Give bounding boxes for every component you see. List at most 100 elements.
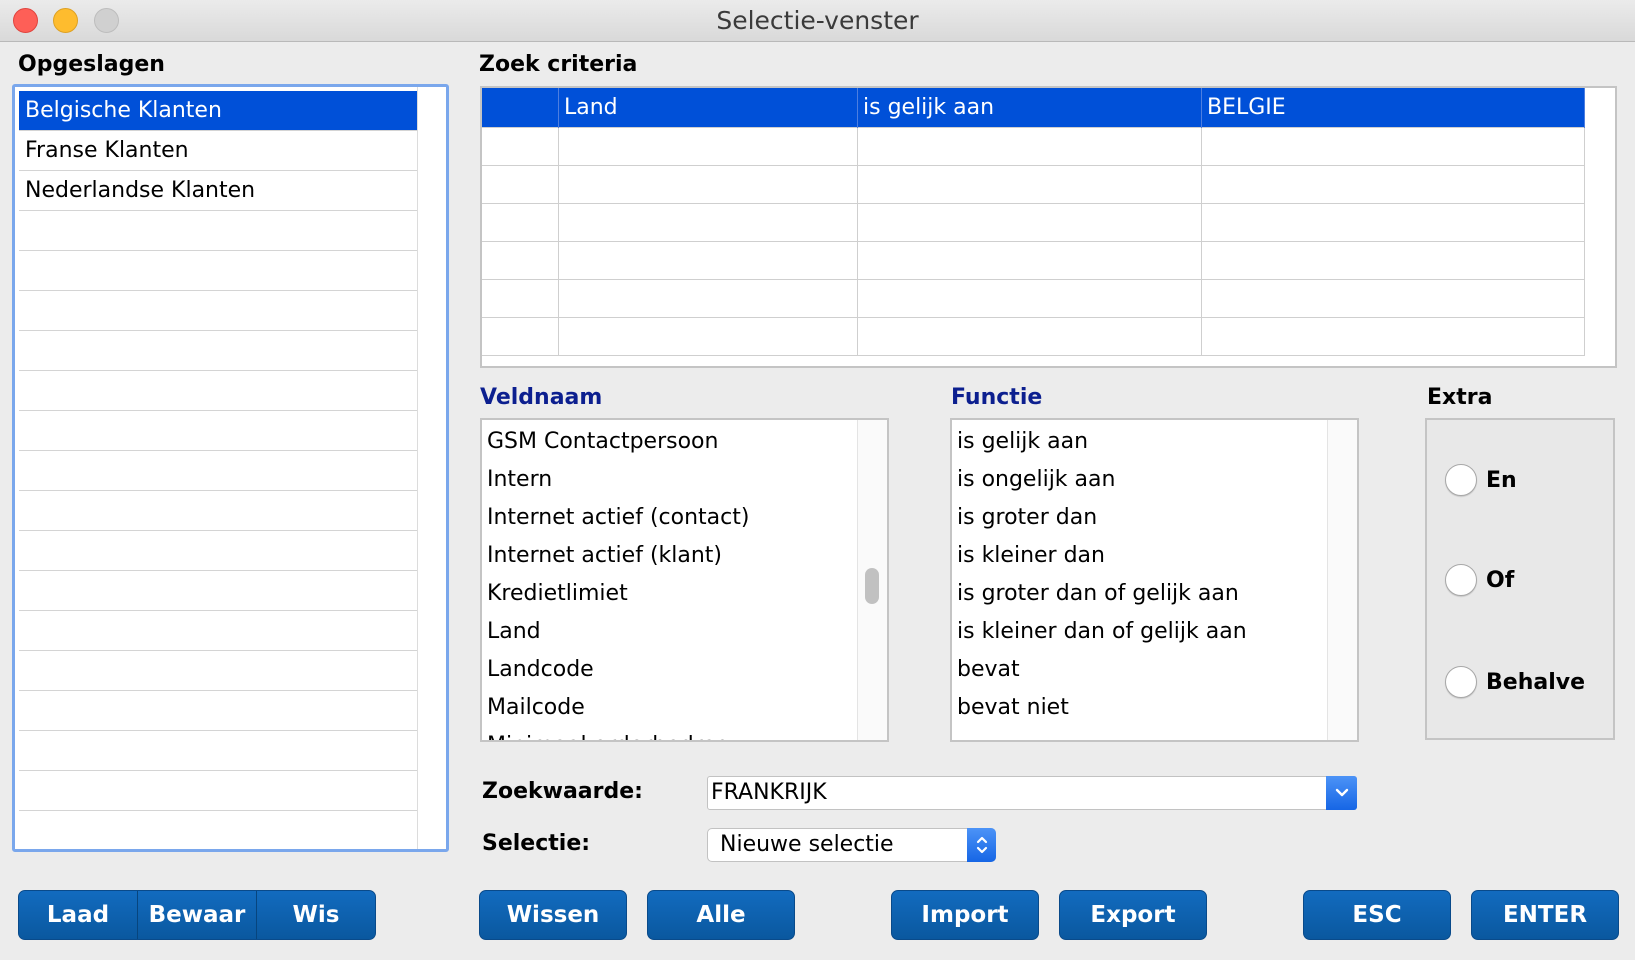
saved-list-item[interactable]	[19, 651, 417, 691]
saved-list-item[interactable]	[19, 371, 417, 411]
field-list-item[interactable]: GSM Contactpersoon	[482, 423, 887, 461]
field-list-item[interactable]: Land	[482, 613, 887, 651]
saved-list-item[interactable]	[19, 731, 417, 771]
function-list-item[interactable]: is groter dan	[952, 499, 1357, 537]
saved-list-item[interactable]	[19, 331, 417, 371]
criteria-cell-value[interactable]	[1202, 240, 1585, 280]
function-list-scroll-track[interactable]	[1327, 420, 1357, 740]
saved-list-item[interactable]	[19, 291, 417, 331]
radio-option-en[interactable]: En	[1445, 464, 1517, 496]
saved-list-item[interactable]	[19, 531, 417, 571]
criteria-cell-value[interactable]	[1202, 164, 1585, 204]
saved-list-item[interactable]	[19, 691, 417, 731]
field-list-item[interactable]: Internet actief (contact)	[482, 499, 887, 537]
radio-option-of[interactable]: Of	[1445, 564, 1514, 596]
function-list-item[interactable]: is kleiner dan	[952, 537, 1357, 575]
function-list-item[interactable]: is groter dan of gelijk aan	[952, 575, 1357, 613]
import-button[interactable]: Import	[891, 890, 1039, 940]
saved-list-item[interactable]	[19, 611, 417, 651]
criteria-cell-field[interactable]	[559, 164, 858, 204]
saved-list-item[interactable]: Belgische Klanten	[19, 91, 417, 131]
field-list-item[interactable]: Landcode	[482, 651, 887, 689]
criteria-cell-operator[interactable]	[858, 126, 1202, 166]
radio-circle[interactable]	[1445, 666, 1477, 698]
criteria-cell-index[interactable]	[482, 88, 559, 128]
criteria-cell-index[interactable]	[482, 126, 559, 166]
criteria-cell-index[interactable]	[482, 164, 559, 204]
criteria-cell-index[interactable]	[482, 278, 559, 318]
criteria-cell-value[interactable]	[1202, 126, 1585, 166]
criteria-cell-value[interactable]	[1202, 316, 1585, 356]
function-list-item[interactable]: is kleiner dan of gelijk aan	[952, 613, 1357, 651]
saved-list-item[interactable]	[19, 251, 417, 291]
criteria-cell-operator[interactable]	[858, 316, 1202, 356]
selection-popup[interactable]: Nieuwe selectie	[707, 828, 996, 862]
criteria-cell-operator[interactable]	[858, 164, 1202, 204]
clear-button[interactable]: Wissen	[479, 890, 627, 940]
criteria-cell-field[interactable]	[559, 316, 858, 356]
field-list[interactable]: GSM Contactpersoon Intern Internet actief …	[480, 418, 889, 742]
criteria-row[interactable]	[482, 202, 1585, 242]
saved-list-item[interactable]	[19, 211, 417, 251]
criteria-cell-field[interactable]	[559, 126, 858, 166]
criteria-row[interactable]: Land is gelijk aan BELGIE	[482, 88, 1585, 128]
criteria-scroll-track[interactable]	[1585, 88, 1615, 366]
criteria-cell-value[interactable]	[1202, 202, 1585, 242]
save-button[interactable]: Bewaar	[137, 891, 256, 939]
criteria-cell-operator[interactable]: is gelijk aan	[858, 88, 1202, 128]
criteria-cell-value[interactable]: BELGIE	[1202, 88, 1585, 128]
saved-list-item[interactable]	[19, 451, 417, 491]
criteria-cell-operator[interactable]	[858, 202, 1202, 242]
saved-list-item[interactable]	[19, 411, 417, 451]
criteria-cell-field[interactable]: Land	[559, 88, 858, 128]
field-list-item[interactable]: Mailcode	[482, 689, 887, 727]
saved-list-item[interactable]	[19, 571, 417, 611]
search-value-combobox[interactable]: FRANKRIJK	[707, 776, 1357, 810]
radio-circle[interactable]	[1445, 564, 1477, 596]
criteria-cell-index[interactable]	[482, 316, 559, 356]
load-button[interactable]: Laad	[19, 891, 137, 939]
search-value-text[interactable]: FRANKRIJK	[711, 777, 827, 809]
field-list-scroll-thumb[interactable]	[865, 568, 879, 604]
saved-list-item[interactable]	[19, 491, 417, 531]
criteria-cell-index[interactable]	[482, 240, 559, 280]
criteria-row[interactable]	[482, 316, 1585, 356]
delete-button[interactable]: Wis	[256, 891, 375, 939]
field-list-item[interactable]: Minimaal orderbedrag	[482, 727, 887, 740]
field-list-item[interactable]: Intern	[482, 461, 887, 499]
criteria-cell-operator[interactable]	[858, 240, 1202, 280]
criteria-table[interactable]: Land is gelijk aan BELGIE	[480, 86, 1617, 368]
all-button[interactable]: Alle	[647, 890, 795, 940]
saved-list-item[interactable]: Nederlandse Klanten	[19, 171, 417, 211]
function-list-item[interactable]: bevat	[952, 651, 1357, 689]
search-value-dropdown-button[interactable]	[1326, 776, 1357, 810]
field-list-item[interactable]: Internet actief (klant)	[482, 537, 887, 575]
criteria-row[interactable]	[482, 240, 1585, 280]
saved-list-item[interactable]	[19, 771, 417, 811]
criteria-cell-field[interactable]	[559, 240, 858, 280]
function-list-item[interactable]: is gelijk aan	[952, 423, 1357, 461]
field-list-scrollbar[interactable]	[857, 420, 887, 740]
saved-list[interactable]: Belgische Klanten Franse Klanten Nederland…	[12, 84, 449, 852]
radio-option-behalve[interactable]: Behalve	[1445, 666, 1585, 698]
selection-stepper-button[interactable]	[967, 828, 996, 862]
esc-button[interactable]: ESC	[1303, 890, 1451, 940]
saved-list-scroll-track[interactable]	[417, 87, 446, 849]
criteria-cell-field[interactable]	[559, 202, 858, 242]
function-list-item[interactable]: is ongelijk aan	[952, 461, 1357, 499]
criteria-row[interactable]	[482, 126, 1585, 166]
function-list[interactable]: is gelijk aan is ongelijk aan is groter da…	[950, 418, 1359, 742]
criteria-cell-index[interactable]	[482, 202, 559, 242]
radio-circle[interactable]	[1445, 464, 1477, 496]
criteria-cell-value[interactable]	[1202, 278, 1585, 318]
criteria-cell-operator[interactable]	[858, 278, 1202, 318]
saved-list-item[interactable]	[19, 811, 417, 849]
function-list-item[interactable]: bevat niet	[952, 689, 1357, 727]
criteria-cell-field[interactable]	[559, 278, 858, 318]
saved-list-item[interactable]: Franse Klanten	[19, 131, 417, 171]
export-button[interactable]: Export	[1059, 890, 1207, 940]
criteria-row[interactable]	[482, 164, 1585, 204]
enter-button[interactable]: ENTER	[1471, 890, 1619, 940]
criteria-row[interactable]	[482, 278, 1585, 318]
field-list-item[interactable]: Kredietlimiet	[482, 575, 887, 613]
